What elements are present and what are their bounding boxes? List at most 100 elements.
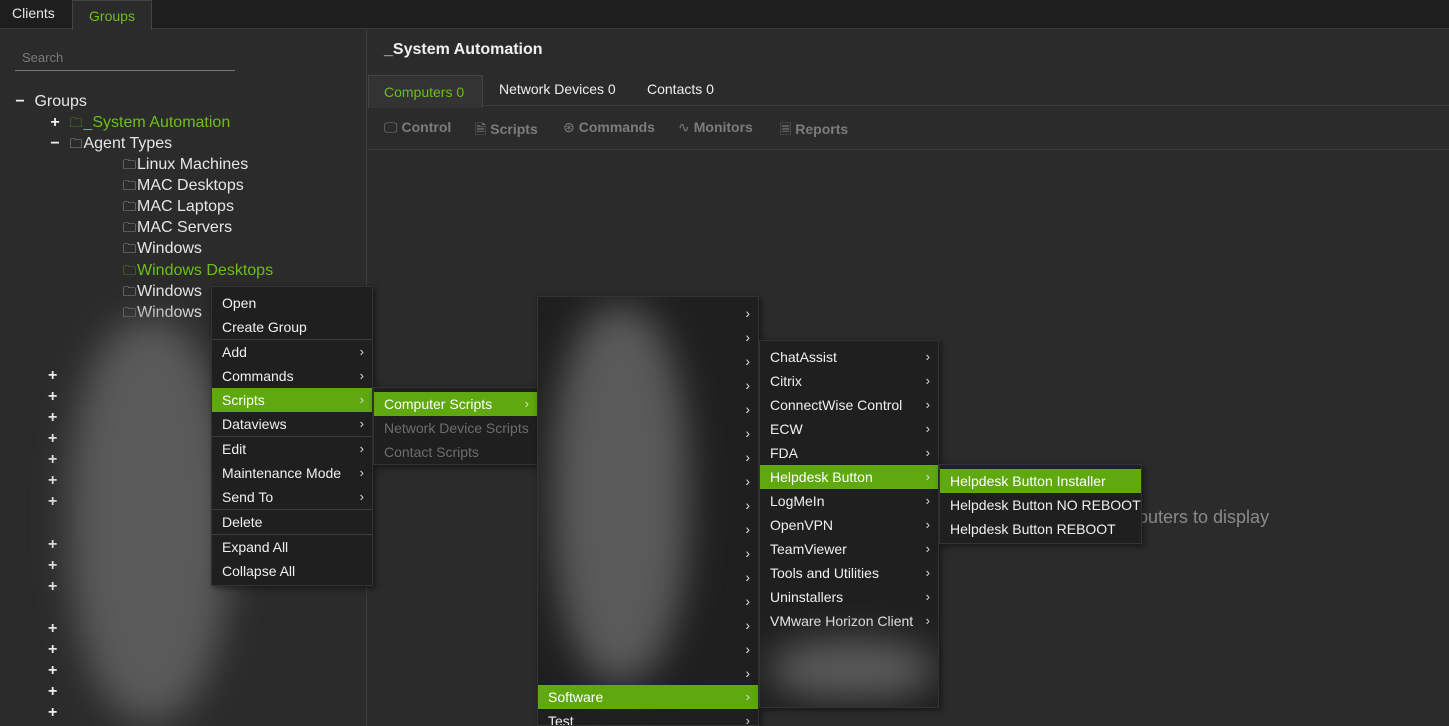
tree-item-selected[interactable]: 🗀Windows Desktops — [123, 260, 273, 281]
tab-groups[interactable]: Groups — [72, 0, 152, 30]
menu-item-helpdesk-no-reboot[interactable]: Helpdesk Button NO REBOOT — [940, 493, 1141, 517]
menu-label: Dataviews — [222, 416, 287, 432]
chevron-right-icon[interactable]: › — [745, 373, 750, 397]
menu-item-connectwise-control[interactable]: ConnectWise Control › — [760, 393, 938, 417]
search-input[interactable] — [15, 45, 235, 71]
menu-item-edit[interactable]: Edit › — [212, 437, 372, 461]
menu-item-ecw[interactable]: ECW › — [760, 417, 938, 441]
chevron-right-icon[interactable]: › — [745, 493, 750, 517]
menu-label: Test — [548, 713, 574, 726]
chevron-right-icon[interactable]: › — [745, 517, 750, 541]
control-button[interactable]: 🖵 Control — [384, 119, 451, 136]
menu-item-chatassist[interactable]: ChatAssist › — [760, 345, 938, 369]
tree-item[interactable]: 🗀MAC Laptops — [123, 196, 234, 217]
expand-icon[interactable]: + — [48, 470, 57, 491]
expand-icon[interactable]: + — [48, 618, 57, 639]
tab-clients[interactable]: Clients — [0, 0, 72, 29]
expand-icon[interactable]: + — [48, 534, 57, 555]
chevron-right-icon: › — [925, 565, 930, 580]
expand-icon[interactable]: + — [45, 112, 65, 133]
chevron-right-icon: › — [359, 441, 364, 456]
chevron-right-icon[interactable]: › — [745, 421, 750, 445]
menu-item-citrix[interactable]: Citrix › — [760, 369, 938, 393]
menu-item-computer-scripts[interactable]: Computer Scripts › — [374, 392, 537, 416]
redacted-region — [553, 307, 688, 682]
chevron-right-icon[interactable]: › — [745, 589, 750, 613]
tab-contacts[interactable]: Contacts 0 — [632, 75, 729, 106]
expand-icon[interactable]: + — [48, 702, 57, 723]
menu-item-fda[interactable]: FDA › — [760, 441, 938, 465]
expand-icon[interactable]: + — [48, 576, 57, 597]
menu-item-test[interactable]: Test › — [538, 709, 758, 726]
chevron-right-icon[interactable]: › — [745, 469, 750, 493]
collapse-icon[interactable]: − — [45, 133, 65, 154]
helpdesk-submenu: Helpdesk Button Installer Helpdesk Butto… — [939, 464, 1142, 544]
menu-item-logmein[interactable]: LogMeIn › — [760, 489, 938, 513]
scripts-button[interactable]: 🗎 Scripts — [475, 119, 538, 143]
menu-label: FDA — [770, 445, 798, 461]
chevron-right-icon[interactable]: › — [745, 565, 750, 589]
expand-icon[interactable]: + — [48, 449, 57, 470]
tree-root-groups[interactable]: − Groups — [10, 91, 87, 112]
tree-item[interactable]: 🗀MAC Servers — [123, 217, 232, 238]
chevron-right-icon[interactable]: › — [745, 613, 750, 637]
expand-icon[interactable]: + — [48, 386, 57, 407]
menu-item-uninstallers[interactable]: Uninstallers › — [760, 585, 938, 609]
tree-label: Windows — [137, 304, 202, 321]
chevron-right-icon[interactable]: › — [745, 349, 750, 373]
redacted-region — [70, 320, 230, 720]
menu-item-maintenance-mode[interactable]: Maintenance Mode › — [212, 461, 372, 485]
menu-item-vmware-horizon-client[interactable]: VMware Horizon Client › — [760, 609, 938, 633]
menu-item-open[interactable]: Open — [212, 291, 372, 315]
expand-icon[interactable]: + — [48, 639, 57, 660]
tree-label: Windows Desktops — [137, 262, 274, 279]
menu-item-dataviews[interactable]: Dataviews › — [212, 412, 372, 436]
tab-computers[interactable]: Computers 0 — [368, 75, 483, 108]
tree-item[interactable]: 🗀Linux Machines — [123, 154, 248, 175]
menu-item-scripts[interactable]: Scripts › — [212, 388, 372, 412]
collapse-icon[interactable]: − — [10, 91, 30, 112]
menu-item-helpdesk-reboot[interactable]: Helpdesk Button REBOOT — [940, 517, 1141, 541]
chevron-right-icon[interactable]: › — [745, 325, 750, 349]
menu-item-helpdesk-button[interactable]: Helpdesk Button › — [760, 465, 938, 489]
expand-icon[interactable]: + — [48, 428, 57, 449]
tab-network-devices[interactable]: Network Devices 0 — [484, 75, 631, 106]
expand-icon[interactable]: + — [48, 555, 57, 576]
menu-item-add[interactable]: Add › — [212, 340, 372, 364]
expand-icon[interactable]: + — [48, 407, 57, 428]
reports-button[interactable]: 🗏 Reports — [780, 119, 848, 143]
tool-label: Control — [401, 119, 452, 135]
menu-item-helpdesk-installer[interactable]: Helpdesk Button Installer — [940, 469, 1141, 493]
menu-item-send-to[interactable]: Send To › — [212, 485, 372, 509]
expand-icon[interactable]: + — [48, 365, 57, 386]
menu-item-collapse-all[interactable]: Collapse All — [212, 559, 372, 583]
menu-item-teamviewer[interactable]: TeamViewer › — [760, 537, 938, 561]
chevron-right-icon[interactable]: › — [745, 445, 750, 469]
menu-item-commands[interactable]: Commands › — [212, 364, 372, 388]
expand-icon[interactable]: + — [48, 491, 57, 512]
menu-item-tools-and-utilities[interactable]: Tools and Utilities › — [760, 561, 938, 585]
tree-label: MAC Desktops — [137, 177, 244, 194]
tree-item-system-automation[interactable]: + 🗀_System Automation — [45, 112, 230, 133]
menu-item-delete[interactable]: Delete — [212, 510, 372, 534]
monitors-button[interactable]: ∿ Monitors — [678, 119, 753, 136]
tree-item[interactable]: 🗀MAC Desktops — [123, 175, 244, 196]
menu-item-create-group[interactable]: Create Group — [212, 315, 372, 339]
chevron-right-icon[interactable]: › — [745, 301, 750, 325]
menu-item-software[interactable]: Software › — [538, 685, 758, 709]
chevron-right-icon[interactable]: › — [745, 637, 750, 661]
chevron-right-icon[interactable]: › — [745, 661, 750, 685]
expand-icon[interactable]: + — [48, 660, 57, 681]
menu-label: Commands — [222, 368, 294, 384]
tree-item[interactable]: 🗀Windows — [123, 238, 202, 259]
chevron-right-icon: › — [359, 416, 364, 431]
chevron-right-icon: › — [925, 541, 930, 556]
tree-item-agent-types[interactable]: − 🗀Agent Types — [45, 133, 172, 154]
chevron-right-icon[interactable]: › — [745, 541, 750, 565]
tree-item[interactable]: 🗀Windows — [123, 281, 202, 302]
expand-icon[interactable]: + — [48, 681, 57, 702]
commands-button[interactable]: ⊛ Commands — [563, 119, 655, 136]
chevron-right-icon[interactable]: › — [745, 397, 750, 421]
menu-item-openvpn[interactable]: OpenVPN › — [760, 513, 938, 537]
menu-item-expand-all[interactable]: Expand All — [212, 535, 372, 559]
